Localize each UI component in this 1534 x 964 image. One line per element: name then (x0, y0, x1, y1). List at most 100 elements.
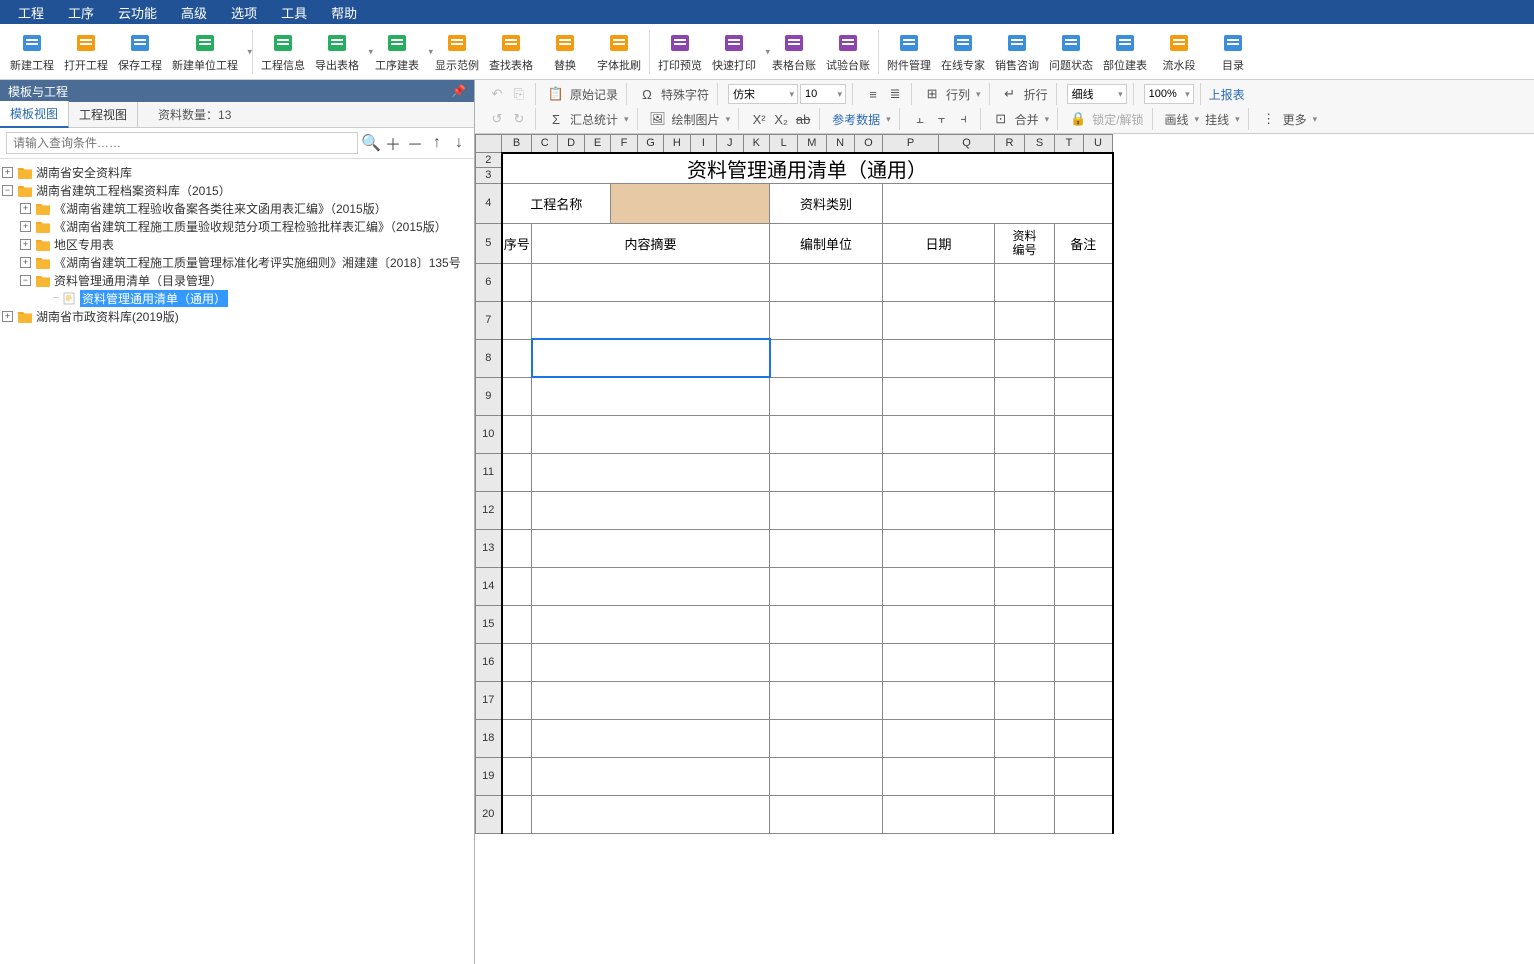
tree-node[interactable]: +《湖南省建筑工程施工质量验收规范分项工程检验批样表汇编》（2015版） (2, 217, 472, 235)
col-header[interactable] (476, 135, 502, 153)
cell[interactable] (502, 567, 532, 605)
cell[interactable] (1055, 453, 1113, 491)
line-style-select[interactable]: 细线 (1067, 84, 1127, 104)
cell[interactable] (995, 605, 1055, 643)
col-header[interactable]: K (743, 135, 770, 153)
save-proj-button[interactable]: 保存工程 (114, 26, 166, 78)
sales-button[interactable]: 销售咨询 (991, 26, 1043, 78)
up-arrow-icon[interactable]: ↑ (428, 134, 446, 152)
tree-toggle-icon[interactable]: + (2, 311, 13, 322)
cell[interactable] (883, 529, 995, 567)
tree-node[interactable]: +湖南省安全资料库 (2, 163, 472, 181)
tree-toggle-icon[interactable]: + (20, 257, 31, 268)
issue-button[interactable]: 问题状态 (1045, 26, 1097, 78)
tree-toggle-icon[interactable]: + (20, 239, 31, 250)
align-left-icon[interactable]: ≡ (863, 84, 883, 104)
orig-record-icon[interactable]: 📋 (546, 84, 566, 104)
cell[interactable] (1055, 263, 1113, 301)
zoom-select[interactable]: 100% (1144, 84, 1194, 104)
row-header[interactable]: 14 (476, 567, 502, 605)
tree-toggle-icon[interactable]: + (20, 221, 31, 232)
col-header[interactable]: J (717, 135, 743, 153)
col-header[interactable]: Q (939, 135, 995, 153)
col-header[interactable]: I (690, 135, 716, 153)
ref-data-label[interactable]: 参考数据 (830, 111, 882, 128)
cell[interactable] (502, 605, 532, 643)
cell[interactable] (770, 605, 883, 643)
pin-icon[interactable]: 📌 (451, 84, 466, 98)
row-header[interactable]: 13 (476, 529, 502, 567)
col-header[interactable]: O (854, 135, 882, 153)
col-header[interactable]: D (558, 135, 584, 153)
cell[interactable] (883, 377, 995, 415)
export-table-button[interactable]: 导出表格▾ (311, 26, 369, 78)
row-header[interactable]: 5 (476, 223, 502, 263)
cell[interactable] (502, 681, 532, 719)
more-label[interactable]: 更多 (1281, 111, 1309, 128)
row-header[interactable]: 18 (476, 719, 502, 757)
down-arrow-icon[interactable]: ↓ (450, 134, 468, 152)
cell[interactable] (532, 377, 770, 415)
menu-cloud[interactable]: 云功能 (108, 1, 167, 24)
tree-node[interactable]: +《湖南省建筑工程施工质量管理标准化考评实施细则》湘建建〔2018〕135号 (2, 253, 472, 271)
cell[interactable] (883, 567, 995, 605)
cell[interactable] (995, 301, 1055, 339)
cell[interactable] (532, 567, 770, 605)
tab-project-view[interactable]: 工程视图 (69, 102, 138, 127)
upload-button[interactable]: 上报表 (1205, 86, 1249, 103)
tree-node[interactable]: +《湖南省建筑工程验收备案各类往来文函用表汇编》（2015版） (2, 199, 472, 217)
tree-toggle-icon[interactable]: − (2, 185, 13, 196)
minus-icon[interactable]: － (406, 134, 424, 152)
sup-icon[interactable]: X² (749, 109, 769, 129)
menu-options[interactable]: 选项 (221, 1, 267, 24)
merge-icon[interactable]: ⊡ (991, 109, 1011, 129)
cell[interactable] (502, 719, 532, 757)
cell[interactable] (883, 795, 995, 833)
col-header[interactable]: M (798, 135, 826, 153)
col-header[interactable]: E (584, 135, 610, 153)
col-header[interactable]: B (502, 135, 532, 153)
redo-icon[interactable]: ⎘ (509, 84, 529, 104)
find-table-button[interactable]: 查找表格 (485, 26, 537, 78)
cell[interactable] (995, 415, 1055, 453)
hang-label[interactable]: 挂线 (1203, 111, 1231, 128)
row-header[interactable]: 11 (476, 453, 502, 491)
menu-help[interactable]: 帮助 (321, 1, 367, 24)
cell[interactable] (770, 643, 883, 681)
cell[interactable] (532, 491, 770, 529)
col-header[interactable]: R (995, 135, 1025, 153)
test-ledger-button[interactable]: 试验台账 (822, 26, 874, 78)
cell[interactable] (995, 719, 1055, 757)
tree-node[interactable]: +湖南省市政资料库(2019版) (2, 307, 472, 325)
cell[interactable] (770, 415, 883, 453)
cell[interactable] (532, 795, 770, 833)
search-icon[interactable]: 🔍 (362, 134, 380, 152)
cell[interactable] (1055, 567, 1113, 605)
cell[interactable] (995, 339, 1055, 377)
col-header[interactable]: H (664, 135, 690, 153)
proj-info-button[interactable]: 工程信息 (257, 26, 309, 78)
cell[interactable] (770, 491, 883, 529)
row-header[interactable]: 17 (476, 681, 502, 719)
cell[interactable] (502, 757, 532, 795)
cell[interactable] (770, 795, 883, 833)
special-char-icon[interactable]: Ω (637, 84, 657, 104)
row-header[interactable]: 3 (476, 168, 502, 183)
col-header[interactable]: G (637, 135, 663, 153)
tree-node[interactable]: −资料管理通用清单（目录管理） (2, 271, 472, 289)
cell[interactable] (883, 301, 995, 339)
cell[interactable] (502, 643, 532, 681)
align-center-icon[interactable]: ≣ (885, 84, 905, 104)
tree-toggle-icon[interactable]: − (20, 275, 31, 286)
menu-advanced[interactable]: 高级 (171, 1, 217, 24)
draw-arrow[interactable]: ▾ (724, 114, 733, 125)
row-header[interactable]: 10 (476, 415, 502, 453)
draw-icon[interactable]: 🖼 (648, 109, 668, 129)
col-header[interactable]: U (1084, 135, 1113, 153)
attach-mgr-button[interactable]: 附件管理 (883, 26, 935, 78)
search-input[interactable] (6, 132, 358, 154)
col-header[interactable]: P (883, 135, 939, 153)
col-header[interactable]: F (611, 135, 637, 153)
open-proj-button[interactable]: 打开工程 (60, 26, 112, 78)
cell[interactable] (770, 757, 883, 795)
